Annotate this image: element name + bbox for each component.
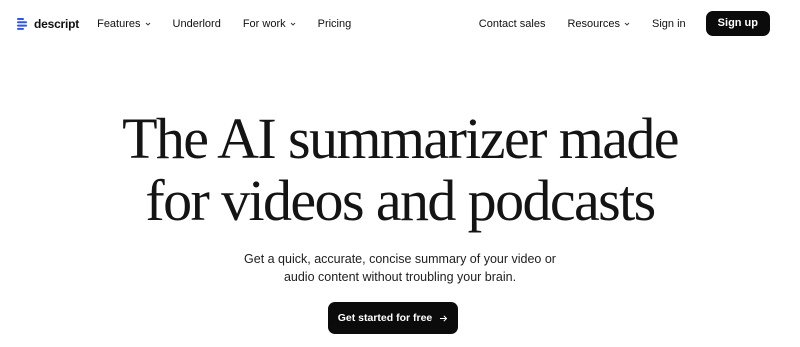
page: descript Features Underlord For work Pri…: [0, 0, 800, 347]
nav-item-label: For work: [242, 17, 286, 30]
logo-text: descript: [34, 16, 80, 31]
logo-link[interactable]: descript: [17, 17, 79, 31]
nav-item-resources[interactable]: Resources: [567, 18, 630, 30]
descript-logo-icon: [17, 17, 27, 30]
nav-item-label: Features: [97, 17, 141, 30]
get-started-button[interactable]: Get started for free: [328, 302, 458, 334]
primary-nav: Features Underlord For work Pricing: [97, 18, 373, 30]
nav-item-for-work[interactable]: For work: [243, 18, 296, 30]
nav-item-pricing[interactable]: Pricing: [318, 18, 352, 30]
arrow-right-icon: [440, 314, 448, 322]
nav-item-label: Sign in: [652, 17, 686, 30]
nav-item-underlord[interactable]: Underlord: [173, 18, 221, 30]
hero-title-line: for videos and podcasts: [145, 168, 656, 233]
top-nav: descript Features Underlord For work Pri…: [0, 0, 800, 47]
secondary-nav: Contact sales Resources Sign in Sign up: [457, 11, 770, 36]
hero-title-line: The AI summarizer made: [122, 106, 679, 171]
chevron-down-icon: [290, 22, 295, 26]
hero-subtitle: Get a quick, accurate, concise summary o…: [0, 250, 800, 286]
nav-item-label: Pricing: [317, 17, 352, 30]
hero-subtitle-line: audio content without troubling your bra…: [283, 270, 517, 284]
hero-title: The AI summarizer made for videos and po…: [0, 108, 800, 232]
nav-item-label: Underlord: [172, 17, 221, 30]
hero-subtitle-line: Get a quick, accurate, concise summary o…: [244, 252, 556, 266]
chevron-down-icon: [145, 22, 150, 26]
nav-item-contact-sales[interactable]: Contact sales: [479, 18, 546, 30]
get-started-label: Get started for free: [337, 312, 433, 324]
nav-item-label: Contact sales: [478, 17, 546, 30]
chevron-down-icon: [624, 22, 630, 26]
sign-up-button[interactable]: Sign up: [705, 11, 770, 36]
nav-item-features[interactable]: Features: [97, 18, 150, 30]
nav-item-sign-in[interactable]: Sign in: [652, 18, 686, 30]
nav-item-label: Resources: [567, 17, 621, 30]
